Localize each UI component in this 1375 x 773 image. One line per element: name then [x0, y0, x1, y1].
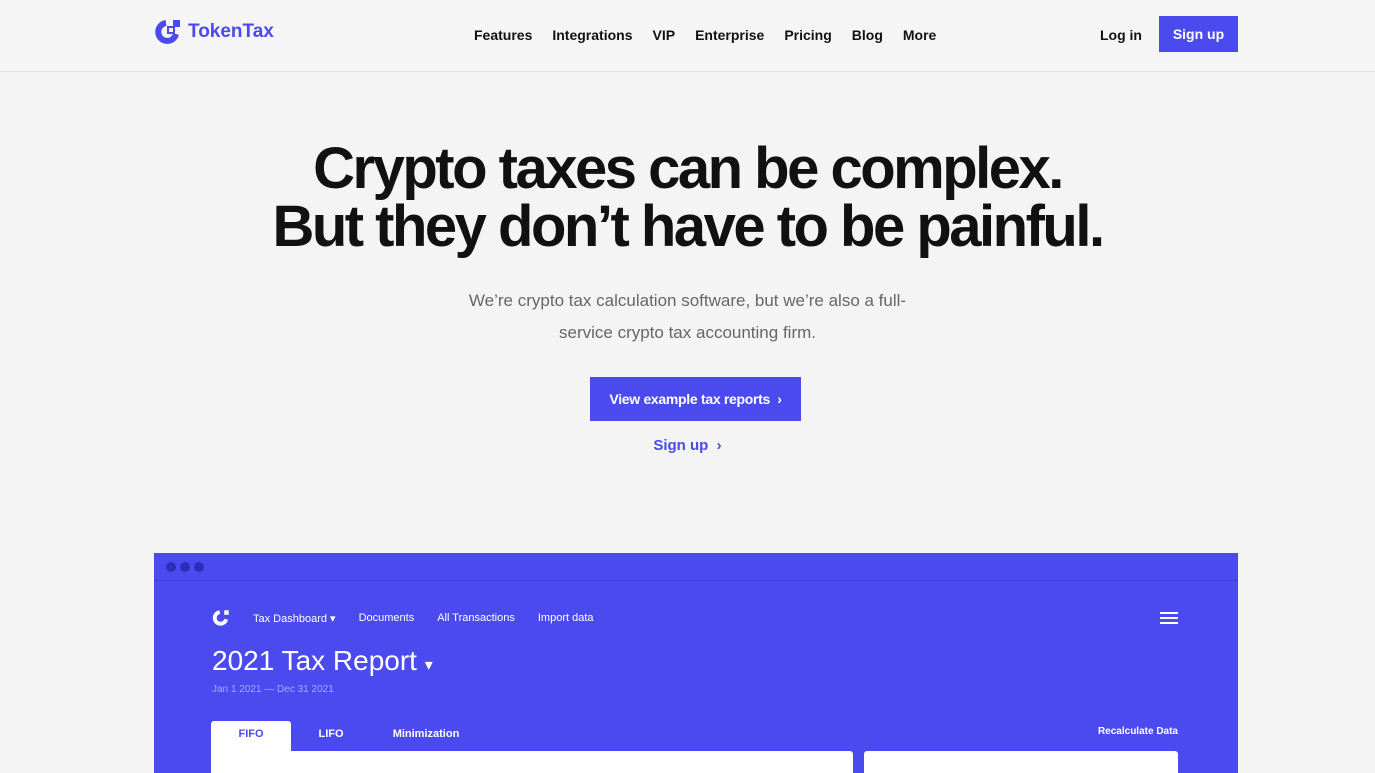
hero-subtitle: We’re crypto tax calculation software, b… — [468, 291, 907, 342]
tab-minimization: Minimization — [392, 728, 460, 740]
dash-nav-tax-dashboard: Tax Dashboard ▾ — [253, 612, 336, 625]
dash-nav-transactions: All Transactions — [437, 612, 515, 624]
tokentax-logo-icon — [212, 610, 229, 626]
caret-down-icon: ▾ — [424, 657, 433, 674]
window-dot — [166, 561, 176, 572]
tab-fifo: FIFO — [211, 721, 291, 751]
report-dates: Jan 1 2021 — Dec 31 2021 — [212, 684, 334, 695]
logo[interactable]: TokenTax — [154, 18, 274, 46]
report-title-text: 2021 Tax Report — [212, 645, 417, 676]
hero-title-line1: Crypto taxes can be complex. — [313, 136, 1064, 201]
nav-vip[interactable]: VIP — [652, 27, 675, 43]
hero-title: Crypto taxes can be complex. But they don… — [0, 140, 1375, 256]
nav-pricing[interactable]: Pricing — [784, 27, 831, 43]
cta-label: View example tax reports — [609, 391, 771, 407]
dashboard-preview: Tax Dashboard ▾ Documents All Transactio… — [154, 553, 1238, 773]
dashboard-nav: Tax Dashboard ▾ Documents All Transactio… — [212, 609, 594, 627]
top-nav: TokenTax Features Integrations VIP Enter… — [0, 0, 1375, 72]
dash-nav-label: Tax Dashboard — [253, 612, 327, 625]
view-reports-button[interactable]: View example tax reports › — [590, 377, 801, 421]
nav-enterprise[interactable]: Enterprise — [695, 27, 764, 43]
signup-link[interactable]: Sign up › — [0, 437, 1375, 454]
signup-button[interactable]: Sign up — [1159, 16, 1238, 52]
chevron-right-icon: › — [712, 437, 722, 454]
window-dot — [194, 561, 204, 572]
report-panel — [211, 751, 853, 773]
menu-icon — [1160, 612, 1178, 627]
brand-name: TokenTax — [188, 21, 274, 42]
tokentax-logo-icon — [155, 20, 180, 44]
report-title: 2021 Tax Report ▾ — [212, 645, 433, 677]
nav-features[interactable]: Features — [474, 27, 532, 43]
signup-link-label: Sign up — [653, 437, 709, 454]
nav-blog[interactable]: Blog — [852, 27, 883, 43]
window-dot — [180, 561, 190, 572]
dash-nav-import: Import data — [537, 612, 594, 624]
dash-nav-documents: Documents — [358, 612, 415, 624]
side-panel — [864, 751, 1178, 773]
tab-lifo: LIFO — [318, 728, 344, 740]
chevron-right-icon: › — [773, 391, 782, 407]
login-link[interactable]: Log in — [1100, 27, 1142, 43]
nav-integrations[interactable]: Integrations — [552, 27, 632, 43]
recalculate-data: Recalculate Data — [1097, 726, 1178, 737]
nav-more[interactable]: More — [903, 27, 936, 43]
window-titlebar — [154, 553, 1238, 581]
hero-title-line2: But they don’t have to be painful. — [272, 194, 1105, 259]
